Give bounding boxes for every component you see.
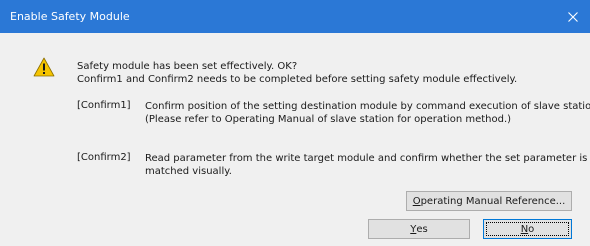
dialog-body: Safety module has been set effectively. … [0, 33, 590, 246]
confirm1-tag: [Confirm1] [77, 100, 131, 111]
confirm2-tag: [Confirm2] [77, 152, 131, 163]
message-line-2: Confirm1 and Confirm2 needs to be comple… [77, 74, 518, 85]
close-icon [568, 11, 578, 22]
message-line-1: Safety module has been set effectively. … [77, 61, 298, 72]
no-button[interactable]: No [483, 219, 572, 239]
operating-manual-reference-button[interactable]: Operating Manual Reference... [406, 191, 572, 211]
confirm1-line-2: (Please refer to Operating Manual of sla… [145, 114, 512, 125]
reference-label: perating Manual Reference... [420, 195, 566, 207]
yes-button[interactable]: Yes [368, 219, 470, 239]
warning-icon [33, 57, 55, 77]
confirm1-line-1: Confirm position of the setting destinat… [145, 101, 590, 112]
close-button[interactable] [556, 0, 590, 33]
reference-mnemonic: O [412, 195, 421, 207]
confirm2-line-2: matched visually. [145, 166, 232, 177]
focus-rectangle [486, 222, 569, 236]
title-bar: Enable Safety Module [0, 0, 590, 33]
yes-label: es [416, 223, 428, 235]
window-title: Enable Safety Module [10, 10, 130, 23]
confirm2-line-1: Read parameter from the write target mod… [145, 153, 588, 164]
